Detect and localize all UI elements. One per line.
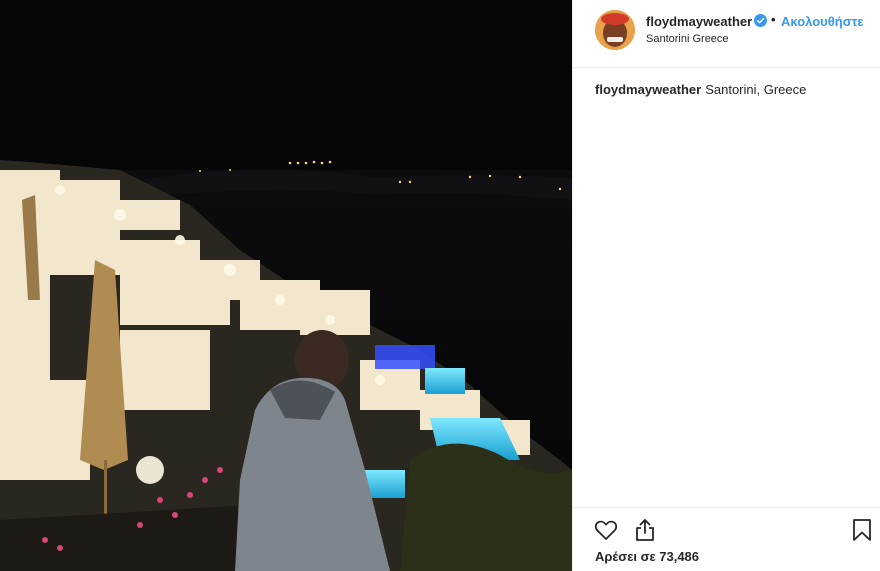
location-link[interactable]: Santorini Greece [646, 33, 729, 45]
night-cliff-photo [0, 0, 572, 571]
caption-text: Santorini, Greece [705, 82, 807, 97]
avatar[interactable] [595, 10, 635, 50]
bookmark-icon[interactable] [849, 517, 875, 543]
post-header: floydmayweather • Ακολουθήστε Santorini … [573, 0, 880, 68]
follow-button[interactable]: Ακολουθήστε [781, 14, 864, 29]
caption-username[interactable]: floydmayweather [595, 82, 701, 97]
post-side-panel: floydmayweather • Ακολουθήστε Santorini … [572, 0, 880, 571]
heart-icon[interactable] [593, 517, 619, 543]
separator-dot: • [771, 12, 776, 27]
action-bar [573, 507, 880, 547]
likes-count[interactable]: Αρέσει σε 73,486 [595, 549, 699, 564]
verified-badge-icon [754, 14, 767, 27]
post-photo[interactable] [0, 0, 572, 571]
share-icon[interactable] [632, 517, 658, 543]
post-caption: floydmayweather Santorini, Greece [595, 82, 806, 97]
author-username[interactable]: floydmayweather [646, 14, 752, 29]
